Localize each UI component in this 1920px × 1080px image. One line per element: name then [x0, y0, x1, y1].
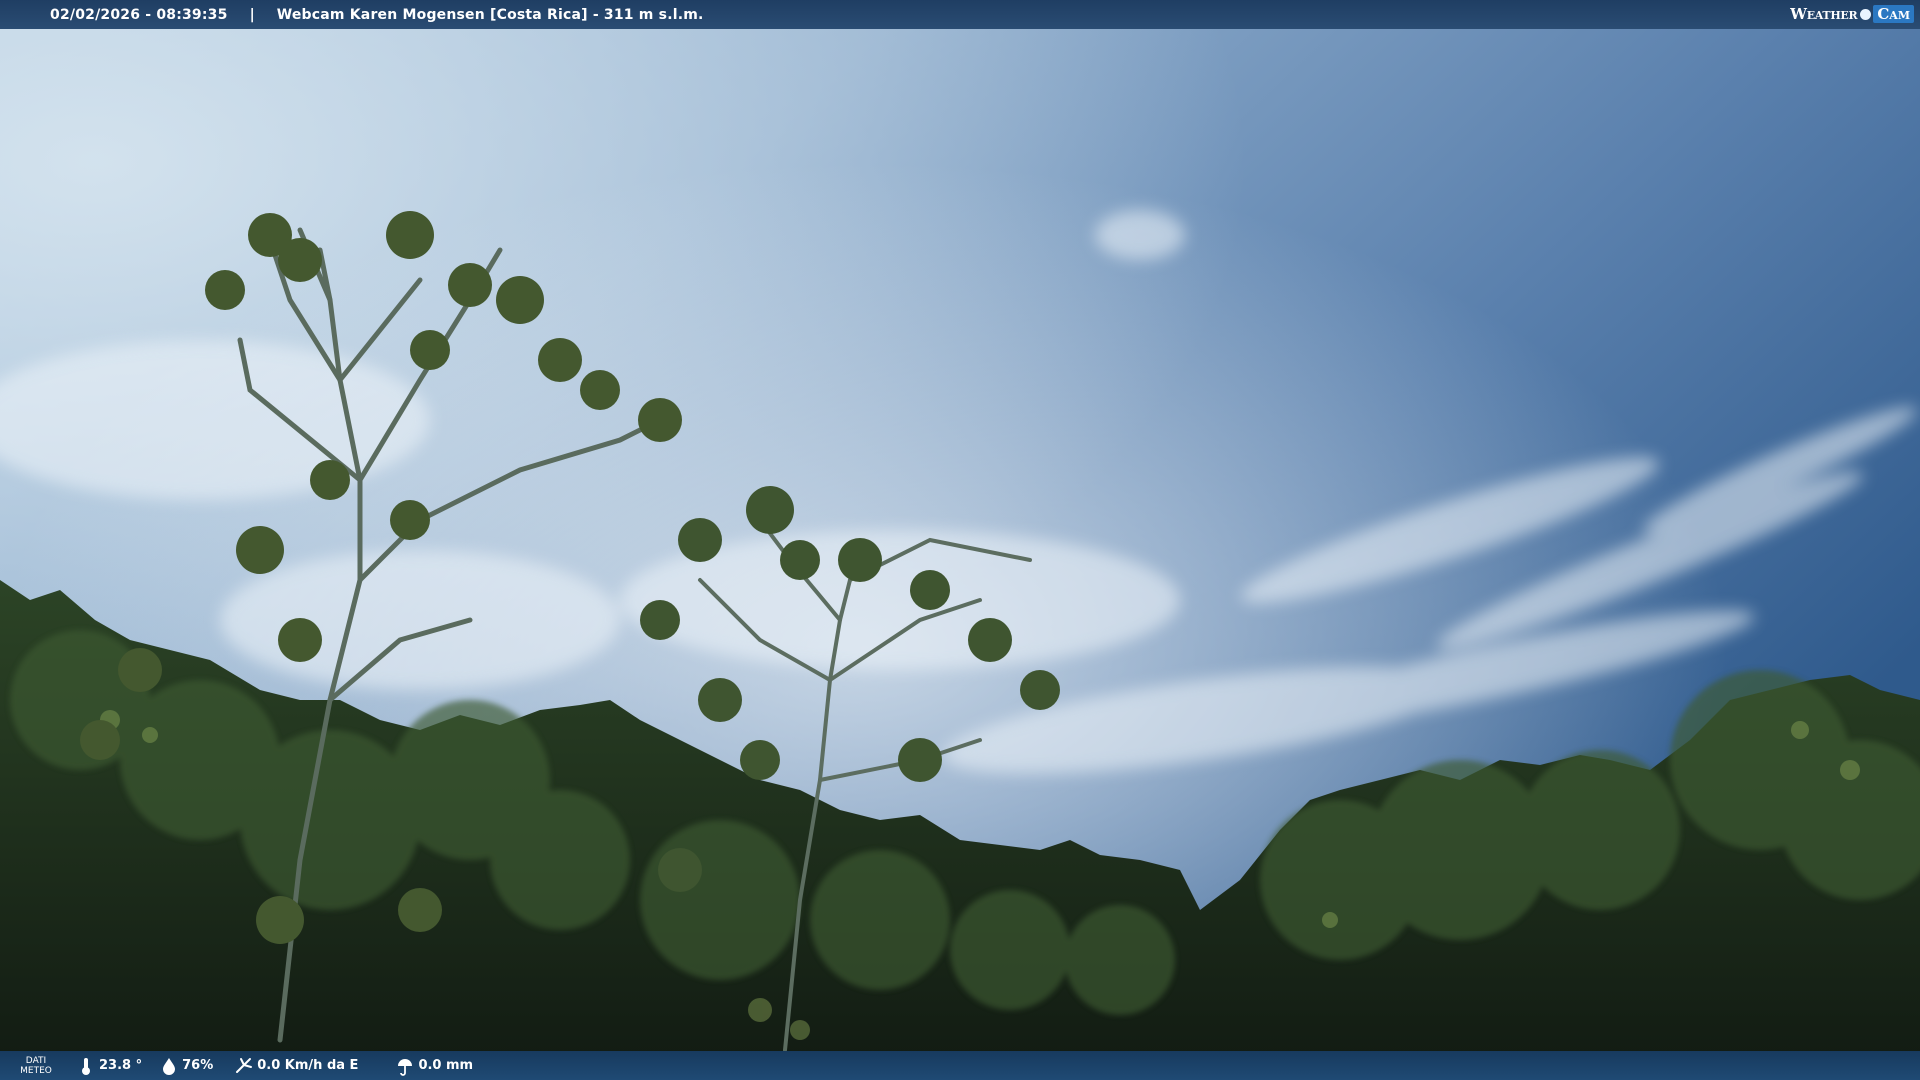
humidity-value: 76%: [182, 1058, 214, 1073]
weather-data-label: DATI METEO: [17, 1056, 55, 1076]
wind-readout: 0.0 Km/h da E: [235, 1056, 358, 1076]
weather-data-bar: DATI METEO 23.8 ° 76% 0.0 Km/h da E 0.0 …: [0, 1051, 1920, 1080]
header-separator: |: [249, 6, 255, 23]
rain-value: 0.0 mm: [418, 1058, 474, 1073]
thermometer-icon: [82, 1057, 90, 1075]
logo-text-weather: Weather: [1790, 5, 1858, 23]
temperature-readout: 23.8 °: [77, 1056, 142, 1076]
wind-icon: [236, 1057, 253, 1073]
logo-text-cam: Cam: [1873, 5, 1914, 23]
weathercam-logo[interactable]: Weather Cam: [1790, 3, 1914, 25]
humidity-readout: 76%: [160, 1056, 213, 1076]
humidity-icon: [163, 1057, 176, 1075]
rain-icon: [398, 1058, 413, 1076]
webcam-scene: [0, 0, 1920, 1080]
rain-readout: 0.0 mm: [396, 1056, 473, 1076]
weather-label-line1: DATI: [25, 1055, 47, 1066]
logo-dot-icon: [1860, 8, 1872, 20]
timestamp: 02/02/2026 - 08:39:35: [50, 6, 228, 23]
wind-value: 0.0 Km/h da E: [257, 1058, 359, 1073]
webcam-title: Webcam Karen Mogensen [Costa Rica] - 311…: [276, 6, 704, 23]
temperature-value: 23.8 °: [99, 1058, 143, 1073]
header-bar: 02/02/2026 - 08:39:35 | Webcam Karen Mog…: [0, 0, 1920, 29]
weather-label-line2: METEO: [20, 1065, 52, 1076]
